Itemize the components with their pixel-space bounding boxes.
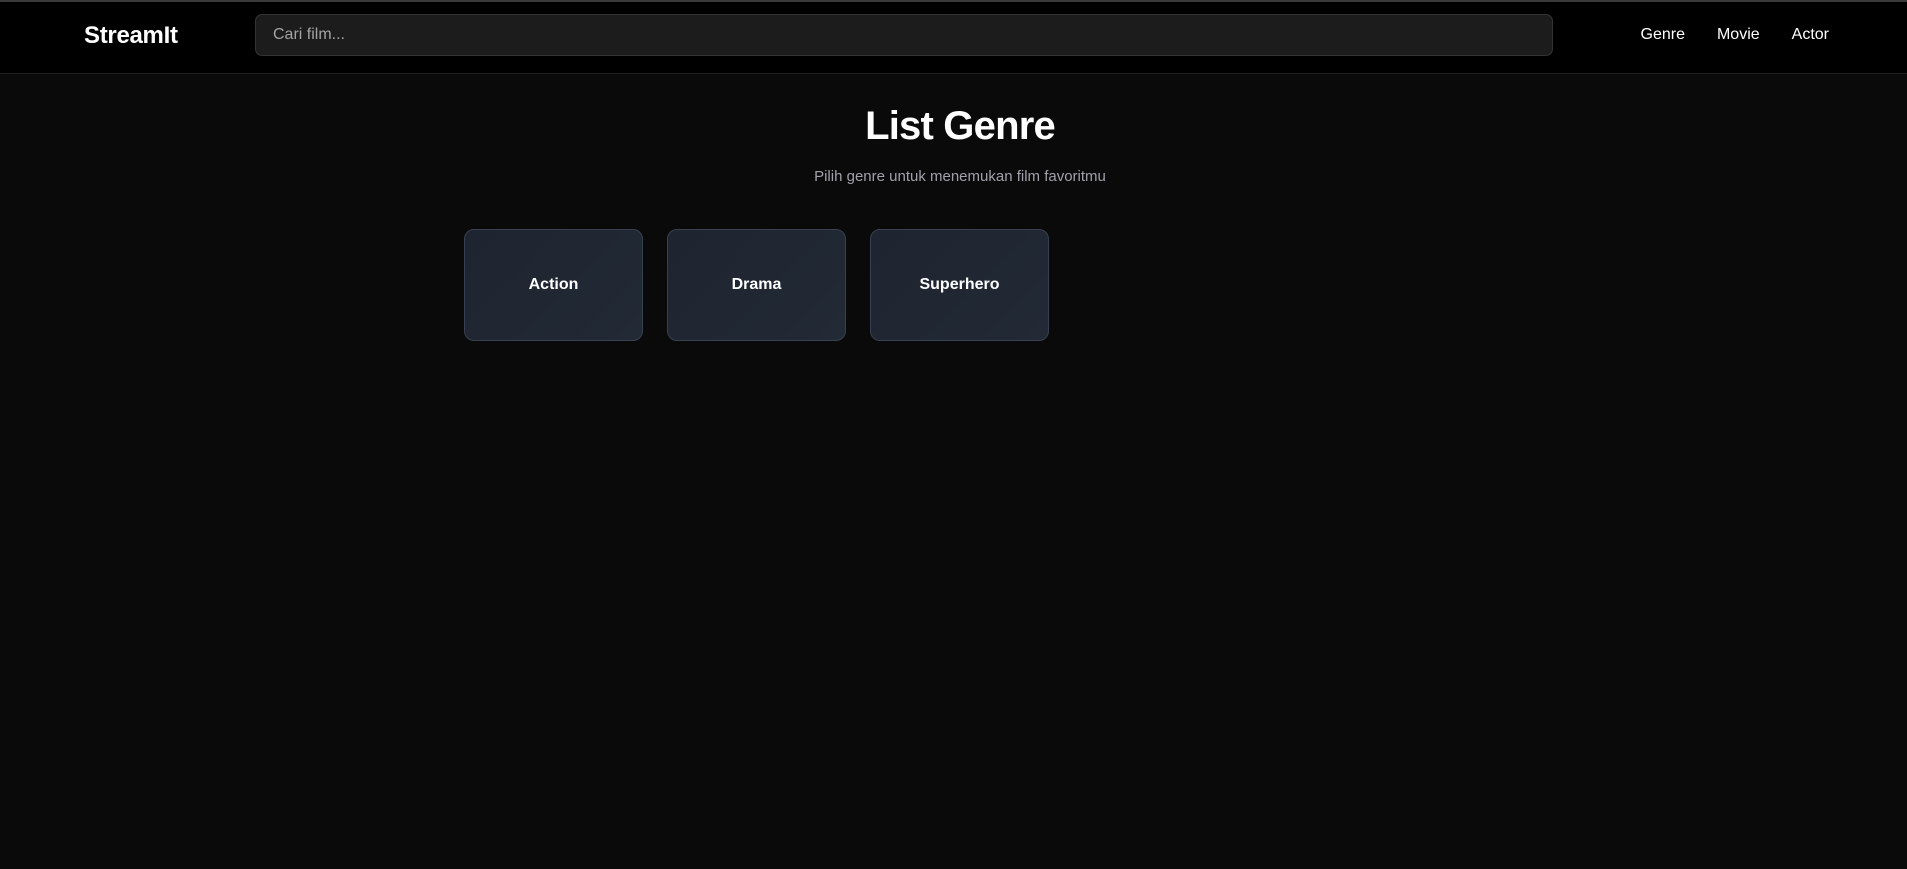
navbar: StreamIt Genre Movie Actor [0,2,1907,74]
genre-card-label: Action [528,276,579,293]
genre-grid: Action Drama Superhero [464,229,1049,341]
page-title: List Genre [865,104,1056,148]
genre-card-superhero[interactable]: Superhero [870,229,1049,341]
genre-card-drama[interactable]: Drama [667,229,846,341]
search-input[interactable] [255,14,1553,56]
genre-card-label: Drama [731,276,782,293]
page-subtitle: Pilih genre untuk menemukan film favorit… [814,168,1106,185]
nav-link-genre[interactable]: Genre [1641,26,1685,44]
nav-link-movie[interactable]: Movie [1717,26,1760,44]
nav-link-actor[interactable]: Actor [1792,26,1829,44]
genre-card-label: Superhero [919,276,1000,293]
genre-card-action[interactable]: Action [464,229,643,341]
brand-logo[interactable]: StreamIt [84,22,178,50]
main-nav: Genre Movie Actor [1641,26,1830,44]
